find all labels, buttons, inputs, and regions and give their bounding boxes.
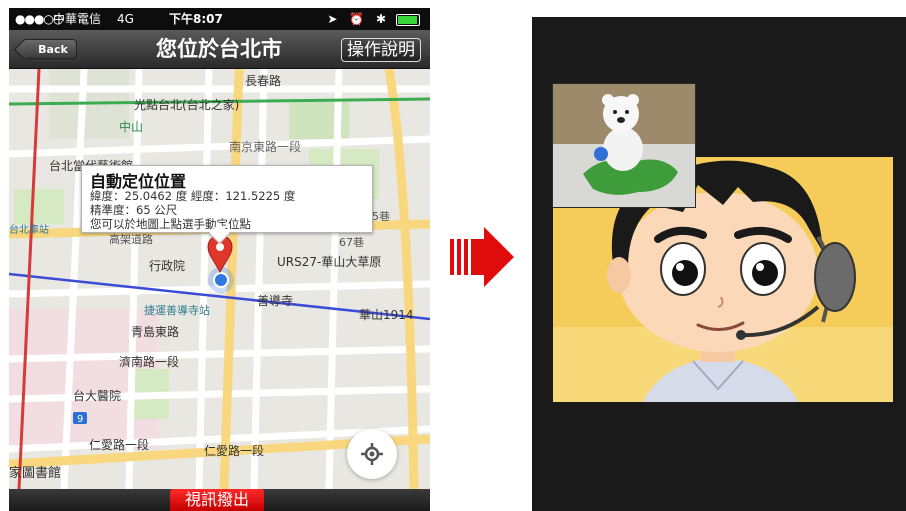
self-video-preview	[552, 83, 696, 208]
video-call-button[interactable]: 視訊撥出	[170, 489, 264, 511]
map-label: 仁愛路一段	[204, 443, 264, 458]
crosshair-icon	[361, 443, 383, 465]
self-camera-image	[553, 84, 695, 207]
hint-text: 您可以於地圖上點選手動定位點	[90, 217, 251, 231]
carrier-name: 中華電信	[53, 12, 102, 26]
map-label: 高架道路	[109, 232, 153, 246]
status-bar: ●●●○○ 中華電信 4G 下午8:07 ➤ ⏰ ✱	[9, 8, 430, 30]
location-info-window[interactable]: 自動定位位置 緯度：25.0462 度 經度：121.5225 度 精準度：65…	[81, 165, 373, 233]
map-label: 台大醫院	[73, 388, 121, 403]
phone-screen: ●●●○○ 中華電信 4G 下午8:07 ➤ ⏰ ✱ Back 您位於台北市 操…	[9, 8, 430, 511]
map-label: 捷運善導寺站	[144, 303, 210, 317]
help-button[interactable]: 操作說明	[341, 38, 421, 62]
status-time: 下午8:07	[169, 12, 223, 26]
map-label: 仁愛路一段	[89, 437, 149, 452]
navigation-bar: Back 您位於台北市 操作說明	[9, 30, 430, 69]
map-label: 台北車站	[9, 223, 49, 236]
map-label: 67巷	[339, 236, 364, 249]
right-arrow-icon	[450, 227, 514, 287]
map-label: 家圖書館	[9, 465, 61, 481]
bottom-bar: 視訊撥出	[9, 489, 430, 511]
map-label: 中山	[119, 119, 143, 134]
map-label: URS27-華山大草原	[277, 255, 381, 269]
map-label: 善導寺	[257, 293, 293, 308]
back-button[interactable]: Back	[23, 39, 77, 59]
map-label: 濟南路一段	[119, 354, 179, 369]
map-label: 光點台北(台北之家)	[134, 97, 239, 112]
park-area	[14, 189, 64, 224]
video-call-screen	[532, 17, 906, 511]
network-type: 4G	[117, 12, 134, 26]
page-title: 您位於台北市	[156, 37, 282, 61]
map-view[interactable]: 長春路 光點台北(台北之家) 中山 南京東路一段 台北當代藝術館 台北車站 35…	[9, 69, 430, 489]
battery-icon	[396, 14, 420, 26]
route-number: 9	[77, 414, 83, 425]
locate-me-button[interactable]	[347, 429, 397, 479]
map-label: 青島東路	[131, 324, 179, 339]
status-icons: ➤ ⏰ ✱	[327, 12, 390, 26]
current-location-dot-icon	[213, 272, 229, 288]
map-label: 行政院	[149, 259, 185, 273]
map-label: 華山1914	[359, 308, 414, 322]
map-label: 長春路	[245, 73, 281, 88]
map-label: 南京東路一段	[229, 139, 301, 154]
